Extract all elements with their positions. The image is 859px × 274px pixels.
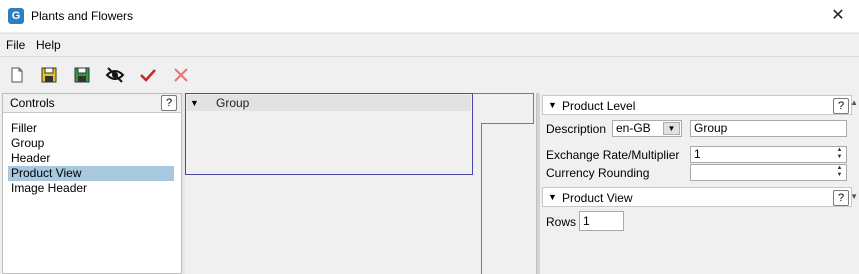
menu-help[interactable]: Help (36, 38, 61, 52)
controls-help-button[interactable]: ? (161, 95, 177, 111)
chevron-down-icon[interactable]: ▼ (663, 122, 680, 135)
description-input[interactable]: Group (690, 120, 847, 137)
cross-icon[interactable] (171, 65, 191, 85)
collapse-triangle-icon[interactable]: ▼ (548, 100, 557, 110)
menu-bar: File Help (0, 33, 859, 56)
collapse-triangle-icon[interactable]: ▼ (548, 192, 557, 202)
close-icon[interactable]: ✕ (827, 5, 849, 27)
controls-title: Controls (10, 96, 55, 110)
group-container[interactable]: ▼ Group (185, 93, 473, 175)
checkmark-icon[interactable] (138, 65, 158, 85)
group-header-row[interactable]: ▼ Group (187, 95, 471, 111)
product-view-help-button[interactable]: ? (833, 190, 849, 206)
controls-panel-header: Controls ? (3, 94, 181, 113)
product-level-header[interactable]: ▼ Product Level ? (542, 95, 852, 115)
language-value: en-GB (616, 121, 651, 135)
save-icon[interactable] (39, 65, 59, 85)
control-item-header[interactable]: Header (8, 151, 174, 166)
product-level-title: Product Level (562, 99, 636, 113)
controls-panel: Controls ? Filler Group Header Product V… (2, 93, 182, 274)
window-title: Plants and Flowers (31, 9, 134, 23)
rows-label: Rows (546, 215, 577, 229)
exchange-rate-label: Exchange Rate/Multiplier (546, 148, 680, 162)
guide-line (481, 123, 534, 124)
design-canvas: ▼ Group (185, 93, 536, 274)
spinner-arrows-icon[interactable]: ▲ ▼ (833, 147, 846, 162)
group-label: Group (216, 96, 250, 110)
scroll-down-icon[interactable]: ▼ (850, 192, 858, 201)
guide-line (481, 123, 482, 274)
product-view-header[interactable]: ▼ Product View ? (542, 187, 852, 207)
scroll-up-icon[interactable]: ▲ (850, 98, 858, 107)
hide-eye-icon[interactable] (105, 65, 125, 85)
menu-file[interactable]: File (6, 38, 25, 52)
product-level-help-button[interactable]: ? (833, 98, 849, 114)
guide-line (473, 93, 534, 94)
guide-line (533, 93, 534, 123)
exchange-rate-value: 1 (694, 147, 701, 161)
control-item-group[interactable]: Group (8, 136, 174, 151)
title-bar: G Plants and Flowers ✕ (0, 0, 859, 32)
control-item-product-view[interactable]: Product View (8, 166, 174, 181)
product-view-title: Product View (562, 191, 633, 205)
control-item-image-header[interactable]: Image Header (8, 181, 174, 196)
language-select[interactable]: en-GB ▼ (612, 120, 682, 137)
collapse-triangle-icon[interactable]: ▼ (190, 98, 199, 108)
currency-rounding-label: Currency Rounding (546, 166, 650, 180)
save-all-icon[interactable] (72, 65, 92, 85)
toolbar (0, 56, 859, 93)
spinner-arrows-icon[interactable]: ▲ ▼ (833, 165, 846, 180)
control-item-filler[interactable]: Filler (8, 121, 174, 136)
properties-panel: ▼ Product Level ? Description en-GB ▼ Gr… (540, 93, 859, 274)
exchange-rate-stepper[interactable]: 1 ▲ ▼ (690, 146, 847, 163)
app-icon: G (8, 8, 24, 24)
currency-rounding-stepper[interactable]: ▲ ▼ (690, 164, 847, 181)
new-document-icon[interactable] (7, 65, 27, 85)
description-label: Description (546, 122, 607, 136)
rows-input[interactable]: 1 (579, 211, 624, 231)
